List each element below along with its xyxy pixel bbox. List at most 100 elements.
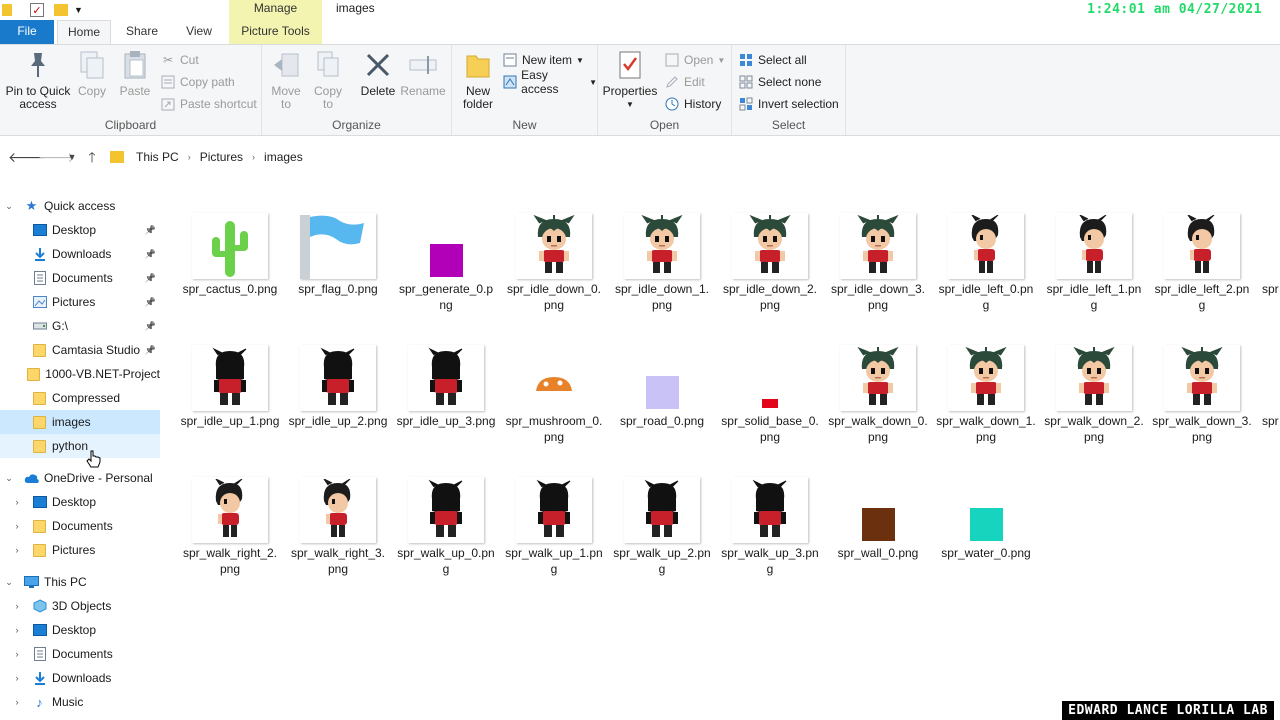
chevron-right-icon[interactable]: › [252, 152, 255, 162]
chevron-down-icon[interactable]: ⌄ [4, 473, 14, 484]
history-button[interactable]: History [664, 94, 721, 114]
file-tile[interactable]: spr_flag_0.png [286, 204, 390, 328]
nav-quick-item[interactable]: 1000-VB.NET-Project [0, 362, 160, 386]
copy-to-button[interactable]: Copy to [310, 49, 346, 111]
file-tile[interactable]: spr_walk_down_2.png [1042, 336, 1146, 460]
tab-share[interactable]: Share [113, 20, 171, 44]
file-tile[interactable]: spr_road_0.png [610, 336, 714, 460]
easy-access-button[interactable]: Easy access ▼ [502, 68, 597, 96]
breadcrumb-item[interactable]: This PC [136, 150, 179, 164]
file-tile[interactable]: spr_walk_right_2.png [178, 468, 282, 592]
paste-button[interactable]: Paste [116, 49, 154, 98]
tab-file[interactable]: File [0, 20, 54, 44]
file-tile[interactable]: spr_wall_0.png [826, 468, 930, 592]
nav-quick-item[interactable]: images [0, 410, 160, 434]
nav-pc-item[interactable]: › ♪ Music [0, 690, 160, 714]
up-button[interactable]: 🡑 [82, 146, 102, 168]
copy-button[interactable]: Copy [74, 49, 110, 98]
file-tile[interactable]: spr [1258, 204, 1280, 328]
recent-locations-button[interactable]: ▼ [62, 146, 82, 168]
nav-quick-item[interactable]: Downloads 📌 [0, 242, 160, 266]
file-tile[interactable]: spr_idle_left_2.png [1150, 204, 1254, 328]
new-item-button[interactable]: New item ▼ [502, 50, 584, 70]
file-tile[interactable]: spr_solid_base_0.png [718, 336, 822, 460]
cut-button[interactable]: ✂ Cut [160, 50, 199, 70]
file-tile[interactable]: spr_walk_right_3.png [286, 468, 390, 592]
nav-pc-item[interactable]: › 3D Objects [0, 594, 160, 618]
file-tile[interactable]: spr_idle_left_1.png [1042, 204, 1146, 328]
back-button[interactable]: 🡐 [8, 146, 46, 168]
customize-toolbar-icon[interactable]: ▼ [74, 5, 83, 15]
open-button[interactable]: Open ▼ [664, 50, 725, 70]
file-tile[interactable]: spr_idle_down_1.png [610, 204, 714, 328]
tab-home[interactable]: Home [57, 20, 111, 44]
nav-quick-item[interactable]: Documents 📌 [0, 266, 160, 290]
file-tile[interactable]: spr_idle_down_2.png [718, 204, 822, 328]
chevron-down-icon[interactable]: ⌄ [4, 577, 14, 588]
file-tile[interactable]: spr_water_0.png [934, 468, 1038, 592]
rename-button[interactable]: Rename [400, 49, 446, 98]
new-folder-icon[interactable] [54, 4, 68, 16]
select-all-button[interactable]: Select all [738, 50, 807, 70]
chevron-right-icon[interactable]: › [12, 545, 22, 555]
file-tile[interactable]: spr_idle_down_3.png [826, 204, 930, 328]
nav-this-pc[interactable]: ⌄ This PC [0, 570, 160, 594]
properties-button[interactable]: Properties ▼ [602, 49, 658, 111]
copy-path-button[interactable]: Copy path [160, 72, 235, 92]
file-tile[interactable]: spr_generate_0.png [394, 204, 498, 328]
file-tile[interactable]: spr_cactus_0.png [178, 204, 282, 328]
manage-context-tab[interactable]: Manage [229, 0, 322, 20]
file-tile[interactable]: spr_walk_up_3.png [718, 468, 822, 592]
breadcrumb-item[interactable]: images [264, 150, 303, 164]
chevron-right-icon[interactable]: › [12, 497, 22, 507]
edit-button[interactable]: Edit [664, 72, 705, 92]
nav-pc-item[interactable]: › Desktop [0, 618, 160, 642]
properties-icon[interactable]: ✓ [30, 3, 44, 17]
tab-view[interactable]: View [173, 20, 225, 44]
nav-onedrive-item[interactable]: › Desktop [0, 490, 160, 514]
pin-to-quick-access-button[interactable]: Pin to Quick access [4, 49, 72, 111]
file-tile[interactable]: spr_idle_up_3.png [394, 336, 498, 460]
forward-button[interactable]: 🡒 [38, 146, 76, 168]
file-tile[interactable]: spr_walk_up_2.png [610, 468, 714, 592]
file-tile[interactable]: spr_walk_up_1.png [502, 468, 606, 592]
chevron-right-icon[interactable]: › [12, 649, 22, 659]
paste-shortcut-button[interactable]: Paste shortcut [160, 94, 257, 114]
chevron-right-icon[interactable]: › [12, 673, 22, 683]
file-tile[interactable]: spr_idle_left_0.png [934, 204, 1038, 328]
nav-quick-access[interactable]: ⌄ ★ Quick access [0, 194, 160, 218]
new-folder-button[interactable]: New folder [458, 49, 498, 111]
delete-button[interactable]: Delete [354, 49, 402, 98]
breadcrumb-item[interactable]: Pictures [200, 150, 243, 164]
nav-quick-item[interactable]: G:\ 📌 [0, 314, 160, 338]
nav-quick-item[interactable]: Desktop 📌 [0, 218, 160, 242]
file-tile[interactable]: spr_walk_down_1.png [934, 336, 1038, 460]
nav-onedrive[interactable]: ⌄ OneDrive - Personal [0, 466, 160, 490]
tab-picture-tools[interactable]: Picture Tools [229, 20, 322, 44]
nav-quick-item[interactable]: python [0, 434, 160, 458]
nav-onedrive-item[interactable]: › Documents [0, 514, 160, 538]
file-tile[interactable]: spr_idle_up_2.png [286, 336, 390, 460]
chevron-right-icon[interactable]: › [12, 601, 22, 611]
nav-onedrive-item[interactable]: › Pictures [0, 538, 160, 562]
breadcrumb[interactable]: This PC › Pictures › images [106, 144, 303, 170]
file-tile[interactable]: spr_idle_up_1.png [178, 336, 282, 460]
select-none-button[interactable]: Select none [738, 72, 821, 92]
file-tile[interactable]: spr_walk_up_0.png [394, 468, 498, 592]
nav-pc-item[interactable]: › Downloads [0, 666, 160, 690]
chevron-right-icon[interactable]: › [12, 625, 22, 635]
nav-quick-item[interactable]: Camtasia Studio 📌 [0, 338, 160, 362]
file-tile[interactable]: spr_idle_down_0.png [502, 204, 606, 328]
chevron-down-icon[interactable]: ⌄ [4, 201, 14, 212]
chevron-right-icon[interactable]: › [188, 152, 191, 162]
file-tile[interactable]: spr_walk_down_3.png [1150, 336, 1254, 460]
nav-pc-item[interactable]: › Documents [0, 642, 160, 666]
nav-quick-item[interactable]: Compressed [0, 386, 160, 410]
move-to-button[interactable]: Move to [268, 49, 304, 111]
invert-selection-button[interactable]: Invert selection [738, 94, 839, 114]
file-tile[interactable]: spr_mushroom_0.png [502, 336, 606, 460]
file-tile[interactable]: spr_walk_down_0.png [826, 336, 930, 460]
chevron-right-icon[interactable]: › [12, 521, 22, 531]
file-tile[interactable]: spr [1258, 336, 1280, 460]
nav-quick-item[interactable]: Pictures 📌 [0, 290, 160, 314]
